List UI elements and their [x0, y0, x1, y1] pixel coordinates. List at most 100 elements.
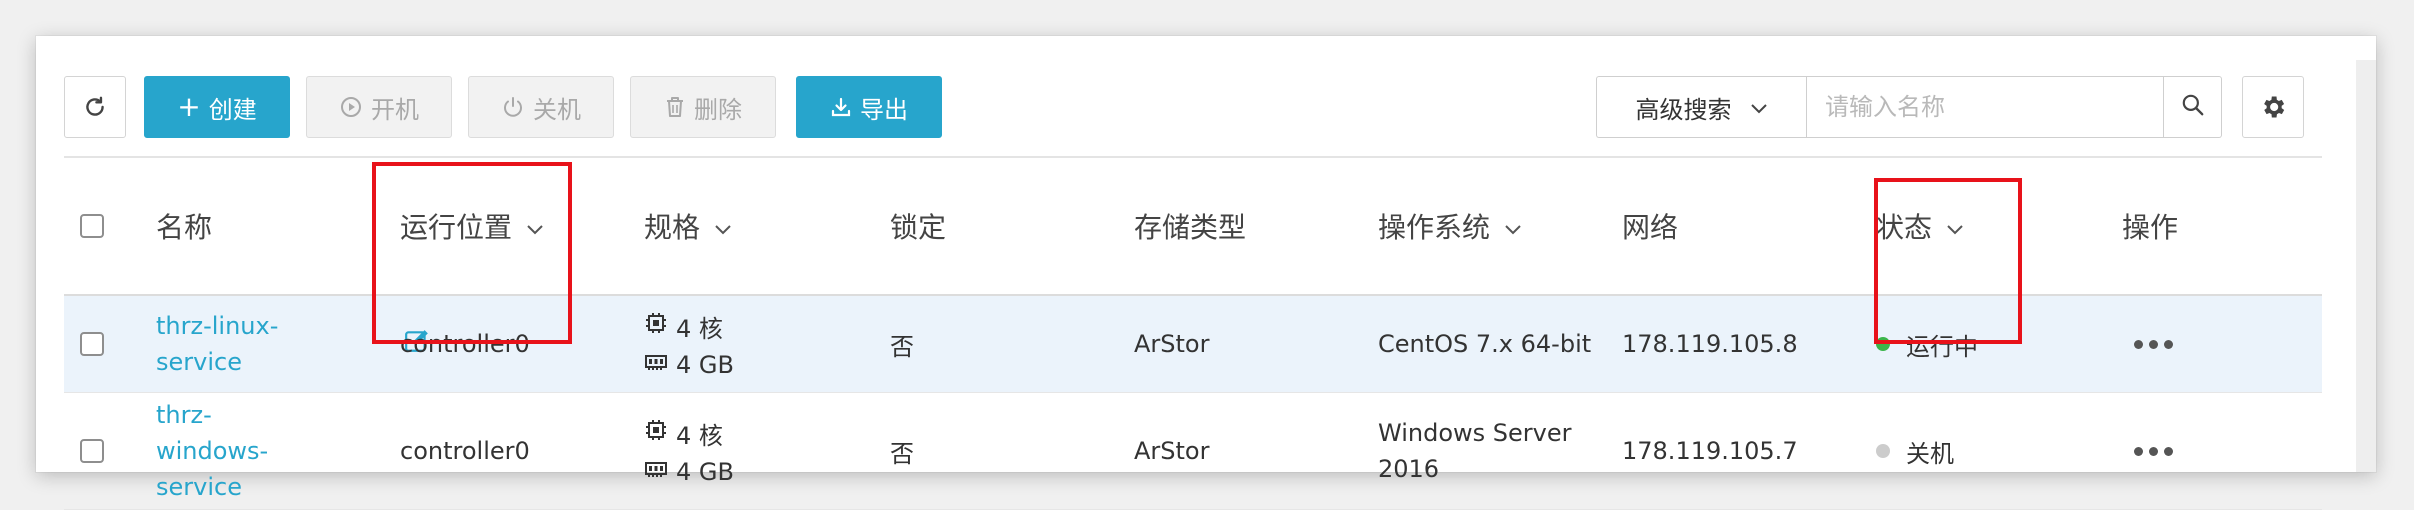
- memory-icon: [644, 350, 668, 380]
- plus-icon: +: [177, 90, 201, 123]
- advanced-search-label: 高级搜索: [1635, 95, 1732, 124]
- chevron-down-icon: [714, 210, 732, 243]
- vm-name-line-2: windows-: [156, 437, 269, 465]
- row-checkbox[interactable]: [80, 439, 104, 463]
- column-header-actions-label: 操作: [2122, 211, 2179, 244]
- column-header-spec[interactable]: 规格: [644, 158, 732, 294]
- export-button[interactable]: 导出: [796, 76, 942, 138]
- chevron-down-icon: [1946, 210, 1964, 243]
- spec-cell: 4 核 4 GB: [644, 393, 734, 509]
- os-cell: CentOS 7.x 64-bit: [1378, 296, 1591, 392]
- search-icon: [2180, 92, 2206, 122]
- vm-name-link[interactable]: thrz-linux- service: [156, 308, 278, 380]
- power-icon: [501, 95, 525, 119]
- search-button[interactable]: [2164, 76, 2222, 138]
- memory-value: 4 GB: [676, 350, 734, 379]
- export-button-label: 导出: [860, 95, 908, 124]
- select-all-cell: [80, 158, 104, 294]
- status-value: 运行中: [1906, 332, 1978, 361]
- vm-table: 名称 运行位置 规格 锁定 存储类型 操作系统 网络 状态 操作 thrz-li…: [64, 156, 2322, 510]
- status-value: 关机: [1906, 439, 1954, 468]
- create-button-label: 创建: [208, 95, 257, 124]
- status-cell: 运行中: [1876, 296, 1978, 392]
- cpu-value: 4 核: [676, 421, 723, 450]
- location-cell: controller0: [400, 296, 530, 392]
- start-button-label: 开机: [371, 95, 419, 124]
- cpu-icon: [644, 311, 668, 341]
- column-header-location-label: 运行位置: [400, 211, 513, 244]
- lock-value: 否: [890, 439, 914, 468]
- shutdown-button[interactable]: 关机: [468, 76, 614, 138]
- status-cell: 关机: [1876, 393, 1954, 509]
- actions-cell: [2134, 393, 2173, 509]
- play-circle-icon: [339, 95, 363, 119]
- cpu-value: 4 核: [676, 314, 723, 343]
- column-header-os[interactable]: 操作系统: [1378, 158, 1522, 294]
- lock-value: 否: [890, 332, 914, 361]
- column-header-actions: 操作: [2122, 158, 2178, 294]
- row-checkbox-cell: [80, 296, 104, 392]
- column-header-storage[interactable]: 存储类型: [1134, 158, 1246, 294]
- cpu-icon: [644, 418, 668, 448]
- delete-button-label: 删除: [694, 95, 742, 124]
- network-value: 178.119.105.7: [1622, 437, 1798, 465]
- select-all-checkbox[interactable]: [80, 214, 104, 238]
- advanced-search-dropdown[interactable]: 高级搜索: [1596, 76, 1806, 138]
- network-cell: 178.119.105.7: [1622, 393, 1798, 509]
- memory-value: 4 GB: [676, 457, 734, 486]
- os-value-line-1: Windows Server: [1378, 419, 1572, 447]
- row-checkbox[interactable]: [80, 332, 104, 356]
- storage-value: ArStor: [1134, 437, 1210, 465]
- column-header-status[interactable]: 状态: [1876, 158, 1964, 294]
- storage-cell: ArStor: [1134, 296, 1209, 392]
- more-actions-icon[interactable]: [2134, 446, 2173, 456]
- toolbar: + 创建 开机 关机 删除 导出 高级搜索 请输入名称: [36, 36, 2376, 156]
- vm-name-line-1: thrz-linux-: [156, 312, 279, 340]
- column-header-name-label: 名称: [156, 211, 213, 244]
- table-row[interactable]: thrz-linux- service controller0 4 核 4 GB…: [64, 296, 2322, 393]
- column-header-lock[interactable]: 锁定: [890, 158, 946, 294]
- chevron-down-icon: [1504, 210, 1522, 243]
- spec-cell: 4 核 4 GB: [644, 296, 734, 392]
- table-row[interactable]: thrz- windows- service controller0 4 核 4…: [64, 393, 2322, 510]
- column-header-name[interactable]: 名称: [156, 158, 212, 294]
- column-header-location[interactable]: 运行位置: [400, 158, 544, 294]
- os-value-line-1: CentOS 7.x 64-bit: [1378, 330, 1592, 358]
- memory-icon: [644, 457, 668, 487]
- refresh-button[interactable]: [64, 76, 126, 138]
- network-cell: 178.119.105.8: [1622, 296, 1798, 392]
- storage-value: ArStor: [1134, 330, 1210, 358]
- delete-button[interactable]: 删除: [630, 76, 776, 138]
- settings-button[interactable]: [2242, 76, 2304, 138]
- location-cell: controller0: [400, 393, 530, 509]
- start-button[interactable]: 开机: [306, 76, 452, 138]
- create-button[interactable]: + 创建: [144, 76, 290, 138]
- row-checkbox-cell: [80, 393, 104, 509]
- download-icon: [830, 96, 852, 118]
- search-group: 高级搜索: [1596, 76, 2222, 138]
- vm-name-line-3: service: [156, 473, 242, 501]
- gear-icon: [2259, 93, 2287, 121]
- column-header-status-label: 状态: [1876, 211, 1933, 244]
- status-running-dot: [1876, 337, 1890, 351]
- storage-cell: ArStor: [1134, 393, 1209, 509]
- chevron-down-icon: [1750, 93, 1768, 121]
- column-header-network[interactable]: 网络: [1622, 158, 1678, 294]
- name-cell: thrz-linux- service: [156, 296, 428, 392]
- lock-cell: 否: [890, 296, 914, 392]
- table-header: 名称 运行位置 规格 锁定 存储类型 操作系统 网络 状态 操作: [64, 156, 2322, 296]
- name-cell: thrz- windows- service: [156, 393, 376, 509]
- more-actions-icon[interactable]: [2134, 339, 2173, 349]
- search-input[interactable]: [1806, 76, 2164, 138]
- vm-name-line-2: service: [156, 348, 242, 376]
- vm-list-panel: + 创建 开机 关机 删除 导出 高级搜索 请输入名称 名称 运行位置 规格 锁…: [36, 36, 2376, 510]
- actions-cell: [2134, 296, 2173, 392]
- chevron-down-icon: [526, 210, 544, 243]
- refresh-icon: [82, 94, 108, 120]
- lock-cell: 否: [890, 393, 914, 509]
- column-header-storage-label: 存储类型: [1134, 211, 1247, 244]
- location-value: controller0: [400, 437, 530, 465]
- os-cell: Windows Server 2016: [1378, 393, 1571, 509]
- column-header-network-label: 网络: [1622, 211, 1679, 244]
- vm-name-link[interactable]: thrz- windows- service: [156, 397, 268, 505]
